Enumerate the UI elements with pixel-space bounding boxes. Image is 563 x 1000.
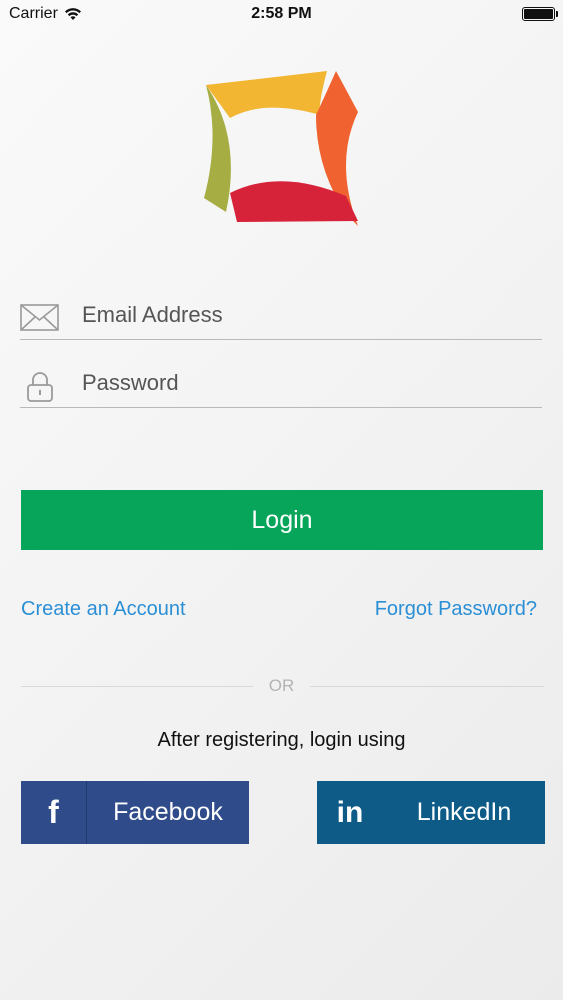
linkedin-login-button[interactable]: in LinkedIn xyxy=(317,781,545,844)
login-button[interactable]: Login xyxy=(21,490,543,550)
social-login-caption: After registering, login using xyxy=(157,729,406,751)
facebook-login-button[interactable]: f Facebook xyxy=(21,781,249,844)
password-field xyxy=(20,358,542,408)
divider-right xyxy=(310,686,544,687)
app-logo xyxy=(204,71,358,226)
facebook-icon: f xyxy=(21,781,87,844)
facebook-label: Facebook xyxy=(113,798,223,826)
envelope-icon xyxy=(20,304,59,331)
email-input[interactable] xyxy=(82,298,522,332)
create-account-link[interactable]: Create an Account xyxy=(21,598,186,621)
divider-left xyxy=(21,686,253,687)
or-divider-text: OR xyxy=(268,676,295,695)
status-time: 2:58 PM xyxy=(251,5,312,22)
password-input[interactable] xyxy=(82,366,522,400)
forgot-password-link[interactable]: Forgot Password? xyxy=(375,598,537,621)
battery-icon xyxy=(522,7,558,21)
status-bar: Carrier 2:58 PM xyxy=(0,0,563,30)
linkedin-icon: in xyxy=(336,795,364,829)
lock-icon xyxy=(27,372,53,402)
logo-segment-yellow xyxy=(206,71,327,118)
linkedin-label: LinkedIn xyxy=(416,798,512,826)
email-field xyxy=(20,290,542,340)
